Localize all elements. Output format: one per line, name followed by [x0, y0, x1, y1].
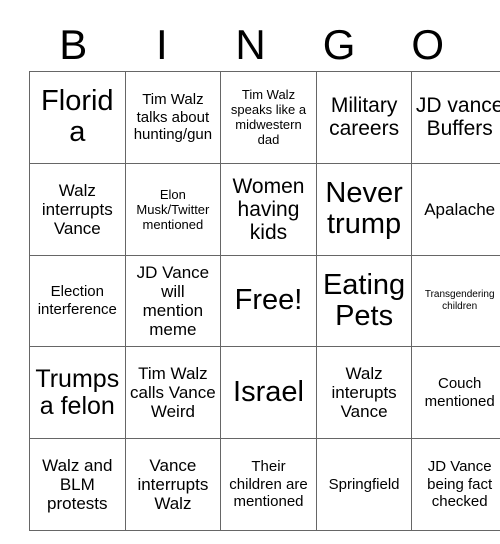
- bingo-cell[interactable]: Walz and BLM protests: [29, 438, 126, 531]
- bingo-cell[interactable]: Military careers: [315, 71, 413, 164]
- bingo-cell[interactable]: Couch mentioned: [411, 346, 500, 440]
- header-letter-i: I: [156, 21, 168, 68]
- bingo-cell[interactable]: Tim Walz calls Vance Weird: [124, 346, 222, 440]
- bingo-cell-label: Their children are mentioned: [229, 458, 308, 511]
- bingo-cell[interactable]: Trumps a felon: [29, 346, 126, 440]
- header-letter-g: G: [322, 21, 356, 68]
- bingo-row: Trumps a felon Tim Walz calls Vance Weir…: [29, 346, 500, 440]
- bingo-cell[interactable]: Florida: [29, 71, 126, 164]
- bingo-cell-label: Election interference: [37, 283, 117, 318]
- bingo-cell-label: Vance interrupts Walz: [137, 456, 209, 514]
- bingo-cell[interactable]: Springfield: [315, 438, 413, 531]
- bingo-cell[interactable]: Israel: [220, 346, 317, 440]
- bingo-cell-label: Walz and BLM protests: [42, 456, 113, 514]
- bingo-cell[interactable]: JD Vance being fact checked: [411, 438, 500, 531]
- bingo-cell[interactable]: Vance interrupts Walz: [124, 438, 222, 531]
- bingo-row: Florida Tim Walz talks about hunting/gun…: [29, 71, 500, 164]
- bingo-cell-label: Springfield: [328, 475, 400, 493]
- header-letter-o: O: [411, 21, 444, 68]
- bingo-cell[interactable]: Women having kids: [220, 162, 317, 256]
- bingo-header: B I N G O: [29, 18, 472, 68]
- bingo-cell[interactable]: Tim Walz speaks like a midwestern dad: [220, 71, 317, 164]
- bingo-grid: Florida Tim Walz talks about hunting/gun…: [29, 71, 500, 531]
- bingo-cell-label: Never trump: [325, 177, 403, 241]
- bingo-cell[interactable]: Walz interrupts Vance: [29, 162, 126, 256]
- bingo-row: Walz and BLM protests Vance interrupts W…: [29, 438, 500, 531]
- bingo-cell-label: Tim Walz speaks like a midwestern dad: [230, 87, 307, 148]
- bingo-cell-label: Couch mentioned: [424, 375, 495, 410]
- header-letter-n: N: [235, 21, 266, 68]
- bingo-cell-label: Walz interupts Vance: [331, 364, 397, 422]
- bingo-cell-label: Tim Walz talks about hunting/gun: [133, 91, 213, 144]
- header-letter-b: B: [59, 21, 88, 68]
- bingo-cell-label: JD Vance will mention meme: [136, 262, 210, 339]
- bingo-cell-label: Women having kids: [232, 174, 305, 244]
- bingo-cell[interactable]: Apalache: [411, 162, 500, 256]
- bingo-cell[interactable]: Tim Walz talks about hunting/gun: [124, 71, 222, 164]
- bingo-cell[interactable]: Election interference: [29, 254, 126, 348]
- bingo-cell[interactable]: Elon Musk/Twitter mentioned: [124, 162, 222, 256]
- bingo-cell[interactable]: JD vance Buffers: [411, 71, 500, 164]
- bingo-cell-label: Apalache: [424, 199, 496, 219]
- bingo-cell-label: Trumps a felon: [35, 364, 120, 420]
- bingo-cell[interactable]: JD Vance will mention meme: [124, 254, 222, 348]
- bingo-cell-label: Eating Pets: [322, 268, 406, 332]
- bingo-cell-label: Military careers: [329, 94, 400, 141]
- bingo-cell-label: JD vance Buffers: [415, 94, 500, 141]
- bingo-cell[interactable]: Eating Pets: [315, 254, 413, 348]
- bingo-row: Election interference JD Vance will ment…: [29, 254, 500, 348]
- bingo-cell-label: Tim Walz calls Vance Weird: [130, 364, 216, 422]
- bingo-cell-label: Israel: [233, 376, 304, 409]
- bingo-cell[interactable]: Walz interupts Vance: [315, 346, 413, 440]
- bingo-cell[interactable]: Transgendering children: [411, 254, 500, 348]
- bingo-cell-label: Walz interrupts Vance: [41, 180, 113, 238]
- bingo-row: Walz interrupts Vance Elon Musk/Twitter …: [29, 162, 500, 256]
- bingo-cell-label: Elon Musk/Twitter mentioned: [136, 186, 210, 232]
- bingo-cell-label: JD Vance being fact checked: [427, 458, 493, 511]
- bingo-card: B I N G O Florida Tim Walz talks about h…: [0, 0, 500, 544]
- bingo-cell[interactable]: Never trump: [315, 162, 413, 256]
- bingo-cell[interactable]: Their children are mentioned: [220, 438, 317, 531]
- bingo-cell-label: Transgendering children: [424, 288, 495, 312]
- bingo-cell-label: Free!: [234, 284, 303, 317]
- bingo-cell-free[interactable]: Free!: [220, 254, 317, 348]
- bingo-cell-label: Florida: [41, 85, 114, 149]
